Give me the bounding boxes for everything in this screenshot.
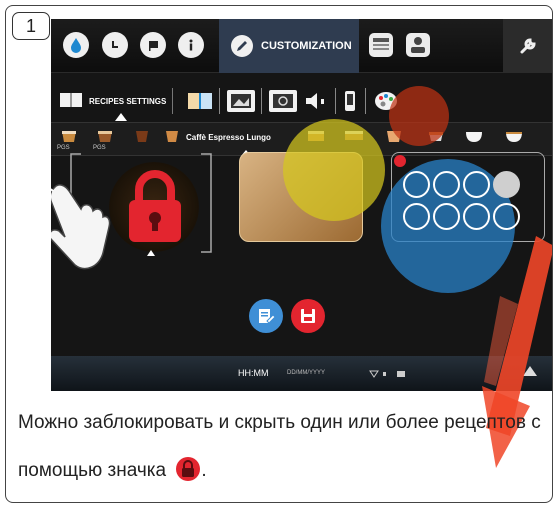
cup-icon[interactable] — [461, 128, 487, 144]
step-badge: 1 — [12, 12, 50, 40]
edit-icon — [259, 309, 276, 324]
wrench-icon[interactable] — [503, 19, 552, 73]
pgs-label: PGS — [57, 145, 70, 151]
edit-button[interactable] — [249, 299, 283, 333]
cup-icon[interactable] — [57, 128, 83, 144]
recipe-slot-circle-filled[interactable] — [493, 171, 520, 198]
status-time: HH:MM — [238, 368, 269, 378]
book-color-icon[interactable] — [187, 90, 213, 112]
pencil-icon — [231, 35, 253, 57]
recipe-slot-circle[interactable] — [403, 171, 430, 198]
save-icon — [301, 309, 315, 323]
divider — [365, 88, 366, 114]
instruction-frame: 1 CUSTOMIZATION RECIPES SETTINGS PGS PGS… — [5, 5, 553, 503]
recipe-slot-circle[interactable] — [403, 203, 430, 230]
divider — [219, 88, 220, 114]
pgs-label: PGS — [93, 145, 106, 151]
settings-row: RECIPES SETTINGS — [51, 84, 552, 121]
recipes-settings-label: RECIPES SETTINGS — [89, 96, 167, 106]
info-icon[interactable] — [178, 32, 204, 58]
clock-icon[interactable] — [102, 32, 128, 58]
image-icon[interactable] — [227, 90, 255, 112]
alert-dot-icon — [394, 155, 406, 167]
selected-recipe-name[interactable]: Caffè Espresso Lungo — [186, 133, 271, 142]
cup-icon[interactable] — [129, 128, 155, 144]
lock-icon[interactable] — [125, 166, 185, 246]
water-drop-icon[interactable] — [63, 32, 89, 58]
person-icon[interactable] — [406, 33, 430, 57]
tab-pointer-icon — [115, 113, 127, 121]
status-date: DD/MM/YYYY — [287, 370, 326, 376]
recipe-slot-circle[interactable] — [463, 171, 490, 198]
calculator-icon[interactable] — [369, 33, 393, 57]
tab-customization-label: CUSTOMIZATION — [261, 40, 352, 52]
top-bar: CUSTOMIZATION — [51, 19, 552, 73]
highlight-circle-red — [389, 86, 449, 146]
caption-end: . — [201, 460, 207, 481]
tab-recipes-settings[interactable]: RECIPES SETTINGS — [59, 88, 174, 114]
lock-icon — [175, 453, 201, 501]
divider — [261, 88, 262, 114]
cup-icon[interactable] — [93, 128, 119, 144]
cup-icon[interactable] — [501, 128, 527, 144]
status-icons — [369, 370, 405, 378]
lock-pointer-icon — [147, 250, 155, 256]
flag-icon[interactable] — [140, 32, 166, 58]
phone-icon[interactable] — [343, 90, 357, 112]
cup-icon[interactable] — [159, 128, 185, 144]
hand-pointer-icon — [51, 184, 111, 270]
recipe-slot-circle[interactable] — [463, 203, 490, 230]
caption-text: Можно заблокировать и скрыть один или бо… — [18, 412, 541, 481]
save-button[interactable] — [291, 299, 325, 333]
recipe-slot-circle[interactable] — [433, 171, 460, 198]
recipe-slot-circle[interactable] — [433, 203, 460, 230]
speaker-icon[interactable] — [303, 90, 329, 112]
highlight-circle-yellow — [283, 119, 385, 221]
recipe-slot-circle[interactable] — [493, 203, 520, 230]
caption: Можно заблокировать и скрыть один или бо… — [18, 399, 552, 501]
tab-customization[interactable]: CUSTOMIZATION — [219, 19, 359, 73]
divider — [335, 88, 336, 114]
book-icon — [59, 91, 83, 111]
display-icon[interactable] — [269, 90, 297, 112]
